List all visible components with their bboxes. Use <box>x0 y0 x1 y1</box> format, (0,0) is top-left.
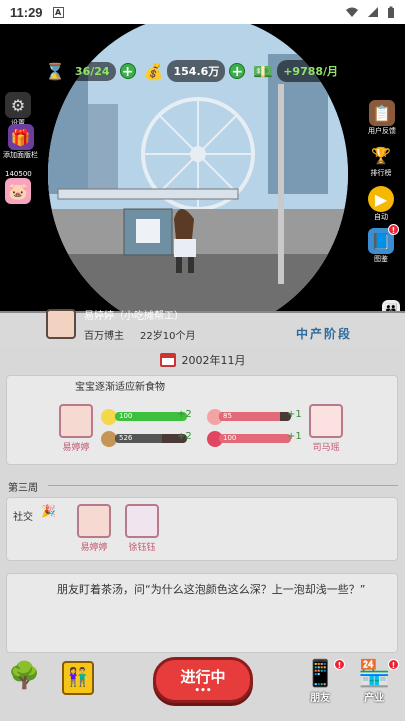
dialog-text: 朋友盯着茶汤，问“为什么这泡颜色这么深？上一泡却浅一些？” <box>57 583 366 596</box>
money-value: 154.6万 <box>173 65 220 78</box>
feedback-label: 用户反馈 <box>368 127 396 135</box>
industry-alert-badge: ! <box>388 659 399 670</box>
event-headline: 宝宝逐渐适应新食物 <box>75 382 165 393</box>
event-person-right[interactable]: 司马瑶 <box>309 404 343 453</box>
stat-delta: +2 <box>177 409 192 420</box>
status-bar: 11:29 A <box>0 0 405 24</box>
add-panel-button[interactable]: 🎁 添加面版栏 <box>3 124 38 160</box>
gallery-label: 图鉴 <box>374 255 388 263</box>
notification-a-icon: A <box>52 6 64 18</box>
person-name: 易婷婷 <box>62 443 90 453</box>
gear-icon: ⚙ <box>5 92 31 118</box>
stat-value: 85 <box>223 412 232 420</box>
cash-stack-icon: 💵 <box>253 61 274 81</box>
phone-icon: 📱 <box>304 659 337 689</box>
family-album-icon[interactable]: 👫 <box>62 661 94 695</box>
income-value: +9788/月 <box>283 65 339 78</box>
social-person[interactable]: 易婷婷 <box>77 504 111 553</box>
gallery-alert-badge: ! <box>388 224 399 235</box>
signal-icon <box>368 7 378 17</box>
avatar[interactable] <box>46 309 76 339</box>
money-counter: 154.6万 <box>167 60 226 82</box>
stat-delta: +1 <box>287 409 302 420</box>
energy-counter: 36/24 <box>68 61 116 81</box>
add-panel-label: 添加面版栏 <box>3 151 38 159</box>
game-scene[interactable]: ⌛ 36/24 + 💰 154.6万 + 💵 +9788/月 ⚙ 设置 🎁 添加… <box>0 24 405 322</box>
avatar <box>125 504 159 538</box>
person-name: 易婷婷 <box>80 543 108 553</box>
auto-label: 自动 <box>374 213 388 221</box>
gift-icon: 🎁 <box>7 124 34 150</box>
social-label: 社交 <box>13 512 33 523</box>
dialog-card[interactable]: 朋友盯着茶汤，问“为什么这泡颜色这么深？上一泡却浅一些？” <box>6 573 398 653</box>
progress-dots: ••• <box>194 685 212 696</box>
social-person[interactable]: 徐钰钰 <box>125 504 159 553</box>
event-card[interactable]: 宝宝逐渐适应新食物 易婷婷 司马瑶 100 +2 526 +2 85 +1 10… <box>6 375 398 465</box>
industry-button[interactable]: 🏪 产业 ! <box>358 659 399 704</box>
trophy-icon: 🏆 <box>371 145 391 165</box>
social-card[interactable]: 社交 🎉 易婷婷 徐钰钰 <box>6 497 398 561</box>
energy-value: 36/24 <box>74 64 110 78</box>
profile-age: 22岁10个月 <box>140 331 196 342</box>
week-label: 第三周 <box>8 483 38 494</box>
progress-label: 进行中 <box>180 667 226 686</box>
piggy-bank-button[interactable]: 140500 🐷 <box>5 170 32 204</box>
profile-name: 易婷婷（小吃摊帮工） <box>84 311 184 322</box>
avatar <box>77 504 111 538</box>
divider <box>48 485 398 486</box>
leaderboard-button[interactable]: 🏆 排行榜 <box>368 142 394 178</box>
industry-label: 产业 <box>364 693 385 704</box>
date-header: 2002年11月 <box>0 347 405 373</box>
feedback-button[interactable]: 📋 用户反馈 <box>368 100 396 136</box>
clock: 11:29 <box>10 4 43 20</box>
avatar <box>309 404 343 438</box>
bottom-bar: 🌳 👫 进行中 ••• 📱 朋友 ! 🏪 产业 ! <box>0 655 405 721</box>
income-counter: +9788/月 <box>277 60 345 82</box>
friends-button[interactable]: 📱 朋友 ! <box>304 659 345 704</box>
profile-bar[interactable]: 易婷婷（小吃摊帮工） 百万博主 22岁10个月 中产阶段 <box>0 309 405 347</box>
stat-bar: 100 <box>219 434 291 443</box>
feedback-icon: 📋 <box>369 100 395 126</box>
add-energy-button[interactable]: + <box>119 63 136 80</box>
party-icon: 🎉 <box>41 504 56 518</box>
stat-value: 100 <box>119 412 133 420</box>
piggy-bank-icon: 🐷 <box>5 178 32 204</box>
tree-icon[interactable]: 🌳 <box>8 661 44 701</box>
add-money-button[interactable]: + <box>229 63 246 80</box>
calendar-icon <box>159 353 176 367</box>
money-bag-icon: 💰 <box>143 61 164 81</box>
settings-button[interactable]: ⚙ 设置 <box>5 92 31 128</box>
profile-title: 百万博主 <box>84 331 124 342</box>
shop-icon: 🏪 <box>358 659 391 689</box>
stat-delta: +1 <box>287 431 302 442</box>
stat-value: 526 <box>119 434 133 442</box>
resource-hud: ⌛ 36/24 + 💰 154.6万 + 💵 +9788/月 <box>45 60 345 82</box>
current-date: 2002年11月 <box>181 354 246 367</box>
stat-delta: +2 <box>177 431 192 442</box>
piggy-bank-value: 140500 <box>5 170 32 178</box>
gallery-button[interactable]: 📘 图鉴 ! <box>368 224 399 264</box>
stat-bar: 85 <box>219 412 291 421</box>
life-stage: 中产阶段 <box>296 327 353 341</box>
battery-icon <box>388 6 394 18</box>
stat-value: 100 <box>223 434 237 442</box>
event-person-left[interactable]: 易婷婷 <box>59 404 93 453</box>
play-icon: ▶ <box>368 186 394 212</box>
person-name: 司马瑶 <box>312 443 340 453</box>
person-name: 徐钰钰 <box>128 543 156 553</box>
leaderboard-label: 排行榜 <box>370 169 392 177</box>
hourglass-icon: ⌛ <box>45 61 65 81</box>
progress-button[interactable]: 进行中 ••• <box>153 657 253 703</box>
friends-label: 朋友 <box>310 693 331 704</box>
avatar <box>59 404 93 438</box>
wifi-icon <box>346 7 358 17</box>
auto-button[interactable]: ▶ 自动 <box>368 186 394 222</box>
friends-alert-badge: ! <box>334 659 345 670</box>
